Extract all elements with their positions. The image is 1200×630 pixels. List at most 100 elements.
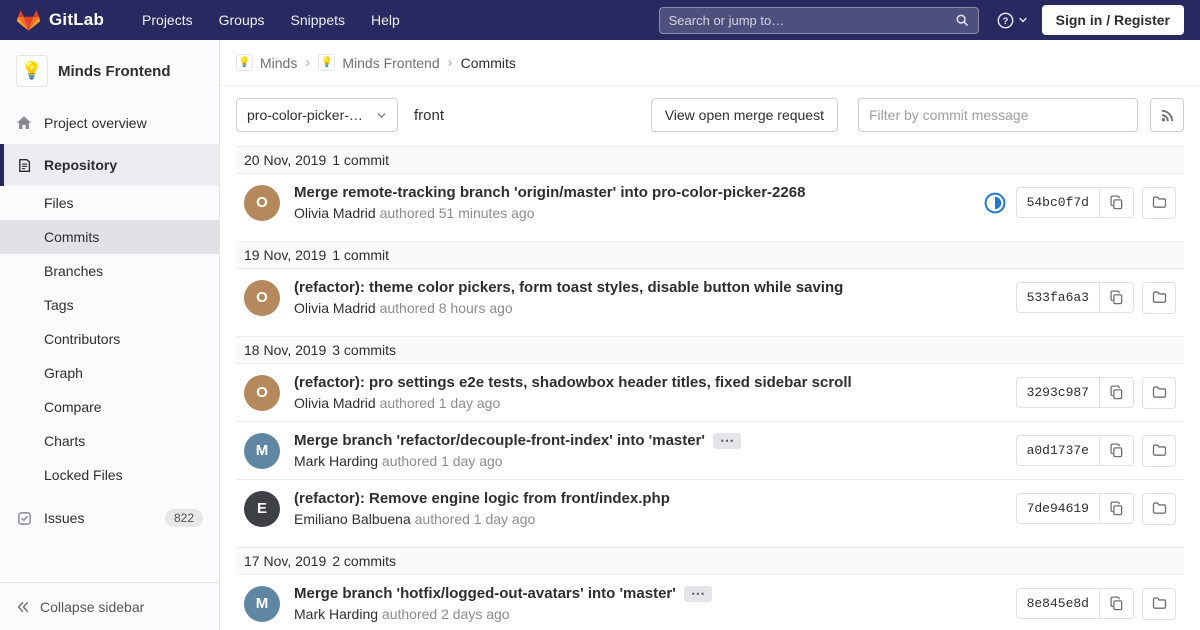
sidebar-subitem-compare[interactable]: Compare	[0, 390, 219, 424]
browse-files-button[interactable]	[1142, 186, 1176, 219]
commit-author-avatar[interactable]: E	[244, 490, 280, 527]
commit-sha[interactable]: 54bc0f7d	[1017, 188, 1099, 217]
commit-authored-time: authored 51 minutes ago	[379, 205, 535, 221]
copy-sha-button[interactable]	[1099, 589, 1133, 618]
help-dropdown[interactable]: ?	[997, 12, 1028, 29]
filter-commit-message-input[interactable]	[858, 98, 1138, 132]
commit-title-link[interactable]: (refactor): Remove engine logic from fro…	[294, 490, 670, 507]
commit-date: 17 Nov, 2019	[244, 553, 327, 569]
commit-sha[interactable]: 3293c987	[1017, 378, 1099, 407]
sidebar-subitem-locked-files[interactable]: Locked Files	[0, 458, 219, 492]
search-input[interactable]	[668, 12, 955, 28]
repository-subitems: Files Commits Branches Tags Contributors…	[0, 186, 219, 492]
gitlab-logo[interactable]: GitLab	[16, 9, 104, 32]
global-search-box[interactable]	[658, 6, 979, 34]
commit-date: 18 Nov, 2019	[244, 342, 327, 358]
commit-sha-group: 3293c987	[1015, 377, 1134, 408]
commits-feed-button[interactable]	[1150, 98, 1184, 132]
sidebar-subitem-charts[interactable]: Charts	[0, 424, 219, 458]
sidebar-subitem-tags[interactable]: Tags	[0, 288, 219, 322]
sidebar-item-repository[interactable]: Repository	[0, 144, 219, 186]
double-chevron-left-icon	[17, 601, 29, 612]
copy-sha-button[interactable]	[1099, 283, 1133, 312]
ref-selector-dropdown[interactable]: pro-color-picker-…	[236, 98, 398, 132]
browse-files-button[interactable]	[1142, 281, 1176, 314]
copy-sha-button[interactable]	[1099, 378, 1133, 407]
sidebar-subitem-files[interactable]: Files	[0, 186, 219, 220]
commit-authored-time: authored 8 hours ago	[379, 300, 513, 316]
commit-author-link[interactable]: Olivia Madrid	[294, 300, 376, 316]
expand-commit-description-button[interactable]: ⋯	[683, 585, 712, 602]
search-icon	[956, 14, 968, 27]
commit-author-avatar[interactable]: M	[244, 432, 280, 469]
project-context-header[interactable]: 💡 Minds Frontend	[0, 40, 219, 102]
commit-title-link[interactable]: Merge branch 'refactor/decouple-front-in…	[294, 432, 705, 449]
commit-title-link[interactable]: Merge branch 'hotfix/logged-out-avatars'…	[294, 585, 676, 602]
breadcrumb-group[interactable]: 💡 Minds	[236, 54, 297, 71]
commit-sha[interactable]: 7de94619	[1017, 494, 1099, 523]
commit-row: O Merge remote-tracking branch 'origin/m…	[236, 174, 1184, 231]
sidebar-subitem-commits[interactable]: Commits	[0, 220, 219, 254]
commit-sha[interactable]: a0d1737e	[1017, 436, 1099, 465]
nav-snippets[interactable]: Snippets	[281, 6, 355, 34]
browse-files-button[interactable]	[1142, 434, 1176, 467]
commit-author-link[interactable]: Mark Harding	[294, 606, 378, 622]
commit-row: O (refactor): pro settings e2e tests, sh…	[236, 364, 1184, 422]
breadcrumb-page: Commits	[460, 54, 516, 71]
repository-section: Repository Files Commits Branches Tags C…	[0, 144, 219, 492]
sidebar-subitem-graph[interactable]: Graph	[0, 356, 219, 390]
ci-status-running-icon[interactable]	[984, 192, 1006, 214]
sidebar-item-project-overview[interactable]: Project overview	[0, 102, 219, 144]
browse-files-button[interactable]	[1142, 492, 1176, 525]
commit-author-link[interactable]: Mark Harding	[294, 453, 378, 469]
copy-icon	[1110, 443, 1123, 458]
commit-author-avatar[interactable]: O	[244, 374, 280, 411]
commit-info: (refactor): Remove engine logic from fro…	[294, 490, 1000, 527]
commit-author-link[interactable]: Emiliano Balbuena	[294, 511, 411, 527]
commit-sha-group: a0d1737e	[1015, 435, 1134, 466]
nav-help[interactable]: Help	[361, 6, 410, 34]
copy-sha-button[interactable]	[1099, 436, 1133, 465]
expand-commit-description-button[interactable]: ⋯	[713, 432, 741, 449]
copy-sha-button[interactable]	[1099, 494, 1133, 523]
repository-icon	[16, 157, 32, 173]
sidebar-item-issues[interactable]: Issues 822	[0, 496, 219, 540]
collapse-sidebar-button[interactable]: Collapse sidebar	[0, 582, 219, 630]
gitlab-tanuki-icon	[16, 9, 41, 31]
folder-icon	[1152, 196, 1166, 208]
commit-title-link[interactable]: (refactor): pro settings e2e tests, shad…	[294, 374, 852, 391]
sidebar-subitem-contributors[interactable]: Contributors	[0, 322, 219, 356]
copy-icon	[1110, 596, 1123, 611]
commit-date-header: 19 Nov, 2019 1 commit	[236, 241, 1184, 269]
commit-sha[interactable]: 8e845e8d	[1017, 589, 1099, 618]
commit-author-avatar[interactable]: O	[244, 279, 280, 316]
commits-controls: pro-color-picker-… front View open merge…	[220, 86, 1200, 132]
commit-authored-time: authored 2 days ago	[381, 606, 510, 622]
view-open-merge-request-button[interactable]: View open merge request	[650, 98, 838, 132]
sidebar-subitem-branches[interactable]: Branches	[0, 254, 219, 288]
commit-sha-group: 54bc0f7d	[1015, 187, 1134, 218]
sign-in-button[interactable]: Sign in / Register	[1041, 5, 1184, 35]
breadcrumb-separator: ›	[447, 54, 453, 71]
commit-sha[interactable]: 533fa6a3	[1017, 283, 1099, 312]
breadcrumb-project-label: Minds Frontend	[342, 54, 440, 71]
commit-authored-time: authored 1 day ago	[414, 511, 536, 527]
nav-projects[interactable]: Projects	[132, 6, 203, 34]
folder-icon	[1152, 291, 1166, 303]
commit-info: (refactor): pro settings e2e tests, shad…	[294, 374, 1000, 411]
repo-path-root-link[interactable]: front	[414, 107, 444, 124]
copy-sha-button[interactable]	[1099, 188, 1133, 217]
commit-title-link[interactable]: (refactor): theme color pickers, form to…	[294, 279, 843, 296]
commit-author-avatar[interactable]: O	[244, 184, 280, 221]
commit-count: 1 commit	[332, 247, 390, 263]
commit-author-link[interactable]: Olivia Madrid	[294, 395, 376, 411]
svg-text:?: ?	[1002, 15, 1008, 26]
commit-title-link[interactable]: Merge remote-tracking branch 'origin/mas…	[294, 184, 805, 201]
nav-groups[interactable]: Groups	[209, 6, 275, 34]
commit-author-avatar[interactable]: M	[244, 585, 280, 622]
commit-author-link[interactable]: Olivia Madrid	[294, 205, 376, 221]
breadcrumb-project[interactable]: 💡 Minds Frontend	[318, 54, 440, 71]
browse-files-button[interactable]	[1142, 376, 1176, 409]
browse-files-button[interactable]	[1142, 587, 1176, 620]
gitlab-logo-text: GitLab	[49, 10, 105, 29]
